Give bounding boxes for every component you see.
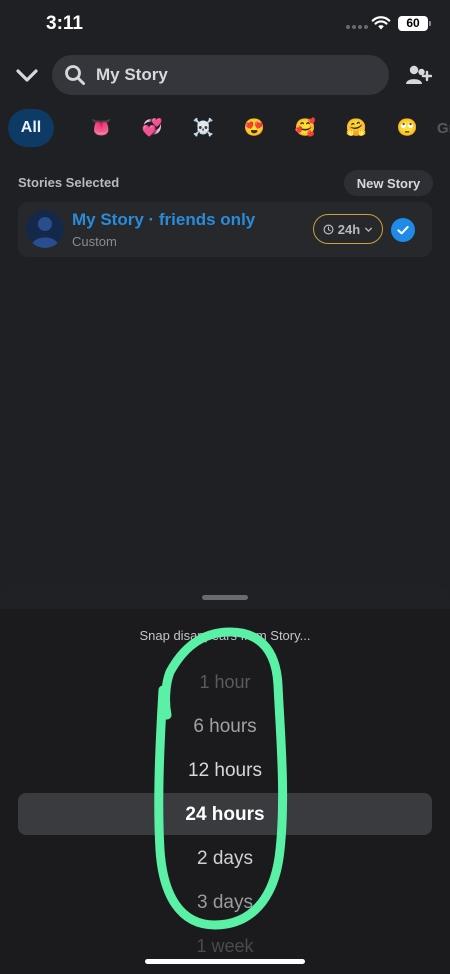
story-duration-button[interactable]: 24h [313, 214, 383, 244]
new-story-button[interactable]: New Story [344, 170, 433, 196]
duration-bottom-sheet: Snap disappears from Story... 1 hour 6 ho… [0, 585, 450, 974]
picker-option[interactable]: 6 hours [0, 716, 450, 738]
picker-option[interactable]: 24 hours [0, 804, 450, 826]
chevron-down-icon[interactable] [14, 64, 40, 86]
section-title: Stories Selected [18, 175, 120, 190]
chevron-down-icon [365, 227, 373, 232]
search-icon [65, 65, 85, 85]
story-subtitle: Custom [72, 234, 117, 249]
battery-icon: 60 [398, 16, 431, 31]
filter-chip-hug-emoji[interactable]: 🤗 [331, 109, 382, 147]
home-indicator [145, 959, 305, 964]
picker-option[interactable]: 12 hours [0, 760, 450, 782]
sheet-drag-handle[interactable] [202, 595, 248, 600]
picker-option[interactable]: 2 days [0, 848, 450, 870]
filter-chip-heart-eyes-emoji[interactable]: 😍 [229, 109, 280, 147]
status-bar: 3:11 60 [0, 0, 450, 48]
filter-chips: All 👅 💞 ☠️ 😍 🥰 🤗 🙄 Gr [8, 108, 450, 148]
story-row-my-story[interactable]: My Story · friends only Custom 24h [18, 202, 432, 257]
picker-option[interactable]: 1 week [0, 936, 450, 957]
checkmark-icon[interactable] [391, 218, 415, 242]
picker-option[interactable]: 1 hour [0, 672, 450, 693]
filter-chip-tongue-emoji[interactable]: 👅 [76, 109, 127, 147]
cellular-signal-icon [346, 25, 368, 29]
filter-chip-smiling-hearts-emoji[interactable]: 🥰 [280, 109, 331, 147]
filter-chip-skull-emoji[interactable]: ☠️ [178, 109, 229, 147]
status-time: 3:11 [46, 13, 83, 34]
avatar [26, 210, 64, 248]
add-friend-icon[interactable] [404, 64, 432, 86]
picker-option[interactable]: 3 days [0, 892, 450, 914]
filter-chip-hearts-emoji[interactable]: 💞 [127, 109, 178, 147]
filter-chip-groups[interactable]: Gr [437, 120, 450, 137]
filter-chip-all[interactable]: All [8, 109, 54, 147]
wifi-icon [371, 16, 391, 30]
sheet-title: Snap disappears from Story... [139, 628, 311, 643]
story-name: My Story · friends only [72, 210, 256, 229]
story-duration-label: 24h [337, 221, 361, 237]
filter-chip-eye-roll-emoji[interactable]: 🙄 [382, 109, 433, 147]
clock-icon [323, 223, 334, 235]
search-input[interactable] [96, 65, 366, 85]
search-bar[interactable] [52, 55, 389, 95]
